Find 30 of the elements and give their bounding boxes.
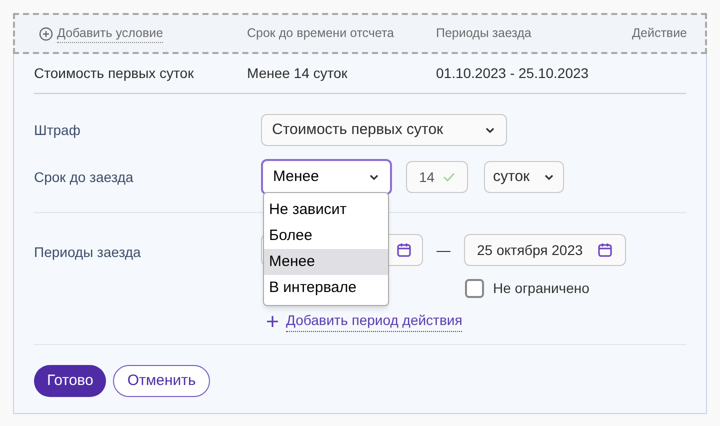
checkbox-label: Не ограничено <box>493 278 590 298</box>
table-cell-text: Менее 14 суток <box>247 64 348 83</box>
dropdown-option[interactable]: Не зависит <box>264 197 388 223</box>
field-label: Штраф <box>34 120 82 140</box>
plus-icon <box>267 316 278 326</box>
field-label: Срок до заезда <box>34 168 134 187</box>
dropdown-option[interactable]: Более <box>264 223 388 249</box>
plus-circle-icon <box>39 26 53 40</box>
column-header: Действие <box>632 25 687 42</box>
dropdown-option[interactable]: Менее <box>264 249 388 275</box>
date-field[interactable]: 25 октября 2023 <box>464 234 626 266</box>
add-condition-link[interactable]: Добавить условие <box>39 24 247 44</box>
amount-field[interactable]: 14 <box>406 161 468 193</box>
unit-select[interactable]: суток <box>484 161 564 193</box>
check-icon <box>442 172 455 182</box>
dropdown-option[interactable]: В интервале <box>264 275 388 301</box>
calendar-icon <box>597 242 613 258</box>
column-header: Срок до времени отсчета <box>247 25 395 42</box>
penalty-select[interactable]: Стоимость первых суток <box>261 114 507 146</box>
done-button[interactable]: Готово <box>34 365 106 397</box>
cancel-button[interactable]: Отменить <box>113 365 210 397</box>
date-separator: — <box>436 240 452 260</box>
add-period-link[interactable]: Добавить период действия <box>267 310 626 332</box>
table-cell-text: 01.10.2023 - 25.10.2023 <box>436 64 589 83</box>
table-cell-text: Стоимость первых суток <box>34 64 195 83</box>
column-header: Периоды заезда <box>436 25 532 42</box>
checkbox[interactable] <box>465 278 484 298</box>
calendar-icon <box>396 242 412 258</box>
field-label: Периоды заезда <box>34 243 142 262</box>
condition-select[interactable]: Менее <box>261 159 392 195</box>
